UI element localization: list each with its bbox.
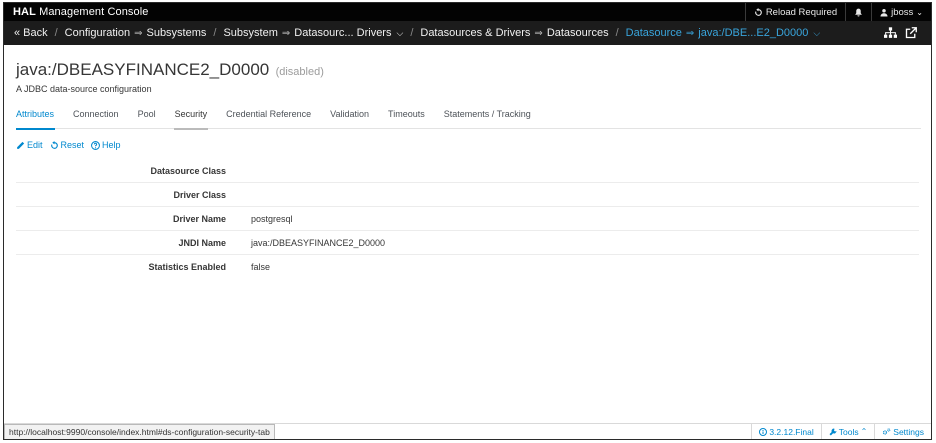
settings-link[interactable]: Settings [874,424,931,439]
double-chevron-left-icon: « [14,27,21,39]
brand-name: HAL [13,6,36,18]
top-bar: HAL Management Console Reload Required j… [4,3,931,21]
attribute-value: false [251,262,271,272]
breadcrumb-subsystem-value: Datasourc... Drivers [294,27,392,39]
form-actions: Edit Reset Help [16,140,121,150]
brand-subtitle: Management Console [39,6,149,18]
help-label: Help [102,140,121,150]
help-link[interactable]: Help [91,140,121,150]
breadcrumb-subsystem-label: Subsystem [223,27,278,39]
tools-label: Tools [838,426,859,437]
attribute-label: JNDI Name [178,237,226,248]
tools-menu[interactable]: Tools ⌃ [820,424,875,439]
reload-required-button[interactable]: Reload Required [744,3,845,21]
right-arrow-icon: ⇒ [281,27,291,39]
status-url: http://localhost:9990/console/index.html… [4,423,275,439]
breadcrumb-datasource-dropdown[interactable]: java:/DBE...E2_D0000 ⌵ [698,27,820,39]
reload-icon [754,7,762,16]
external-link-icon[interactable] [905,27,917,39]
reload-required-label: Reload Required [765,6,838,18]
breadcrumb-configuration[interactable]: Configuration [65,27,130,39]
attribute-label: Statistics Enabled [148,262,226,272]
version-label: 3.2.12.Final [769,426,814,437]
pencil-icon [17,141,25,149]
tab-statements-tracking[interactable]: Statements / Tracking [434,109,540,129]
tab-pool[interactable]: Pool [128,109,165,129]
breadcrumb-separator: / [213,27,217,39]
attribute-value: postgresql [251,213,293,224]
status-label: (disabled) [275,66,324,78]
user-name: jboss [891,6,914,18]
undo-icon [50,140,58,149]
bell-icon [855,8,862,16]
info-circle-icon [759,427,768,436]
attribute-row-statistics-enabled: Statistics Enabled false [16,255,919,279]
tab-bar: Attributes Connection Pool Security Cred… [16,109,921,130]
tab-validation[interactable]: Validation [321,109,379,129]
breadcrumb-subsystem-dropdown[interactable]: Datasourc... Drivers ⌵ [294,27,403,39]
wrench-icon [829,428,837,435]
nav-icons [884,27,931,39]
right-arrow-icon: ⇒ [134,27,143,39]
page-header: java:/DBEASYFINANCE2_D0000 (disabled) [16,60,324,80]
attribute-row-datasource-class: Datasource Class [16,159,919,183]
footer-actions: 3.2.12.Final Tools ⌃ Settings [751,424,931,439]
tab-attributes[interactable]: Attributes [16,109,64,130]
attribute-label: Datasource Class [150,165,226,176]
gears-icon [883,427,891,435]
attribute-row-driver-class: Driver Class [16,183,919,207]
attribute-label: Driver Name [172,213,226,224]
brand-logo[interactable]: HAL Management Console [4,6,149,18]
edit-link[interactable]: Edit [16,140,43,150]
breadcrumb-subsystems[interactable]: Subsystems [146,27,206,39]
tab-connection[interactable]: Connection [64,109,129,129]
page-description: A JDBC data-source configuration [16,84,152,94]
right-arrow-icon: ⇒ [685,27,695,39]
browser-frame: HAL Management Console Reload Required j… [3,2,932,440]
chevron-down-icon: ⌄ [916,7,923,17]
question-circle-icon [91,140,100,150]
breadcrumb: « Back / Configuration ⇒ Subsystems / Su… [4,27,820,39]
right-arrow-icon: ⇒ [534,27,543,39]
chevron-down-icon: ⌵ [396,27,404,38]
reset-label: Reset [60,140,85,150]
reset-link[interactable]: Reset [50,140,85,150]
notifications-button[interactable] [845,3,871,21]
breadcrumb-separator: / [410,27,414,39]
attributes-table: Datasource Class Driver Class Driver Nam… [16,159,919,279]
edit-label: Edit [27,140,43,150]
page-title: java:/DBEASYFINANCE2_D0000 [16,60,270,79]
breadcrumb-separator: / [54,27,58,39]
sitemap-icon[interactable] [884,27,897,39]
back-label: Back [23,27,48,39]
breadcrumb-datasource-label: Datasource [625,27,682,39]
attribute-row-jndi-name: JNDI Name java:/DBEASYFINANCE2_D0000 [16,231,919,255]
top-bar-actions: Reload Required jboss ⌄ [744,3,931,21]
attribute-value: java:/DBEASYFINANCE2_D0000 [251,237,386,248]
user-icon [880,8,888,16]
chevron-down-icon: ⌵ [813,27,821,38]
attribute-label: Driver Class [173,189,226,200]
breadcrumb-datasources[interactable]: Datasources [547,27,609,39]
breadcrumb-bar: « Back / Configuration ⇒ Subsystems / Su… [4,21,931,45]
tab-timeouts[interactable]: Timeouts [379,109,435,129]
user-menu[interactable]: jboss ⌄ [871,3,931,21]
breadcrumb-separator: / [615,27,619,39]
version-link[interactable]: 3.2.12.Final [751,424,820,439]
breadcrumb-datasources-drivers[interactable]: Datasources & Drivers [420,27,530,39]
attribute-row-driver-name: Driver Name postgresql [16,207,919,231]
breadcrumb-datasource-value: java:/DBE...E2_D0000 [698,27,809,39]
back-button[interactable]: « Back [14,27,48,39]
status-bar: http://localhost:9990/console/index.html… [4,423,931,439]
settings-label: Settings [893,426,924,437]
chevron-up-icon: ⌃ [860,427,868,436]
tab-security[interactable]: Security [165,109,217,130]
tab-credential-reference[interactable]: Credential Reference [217,109,321,129]
